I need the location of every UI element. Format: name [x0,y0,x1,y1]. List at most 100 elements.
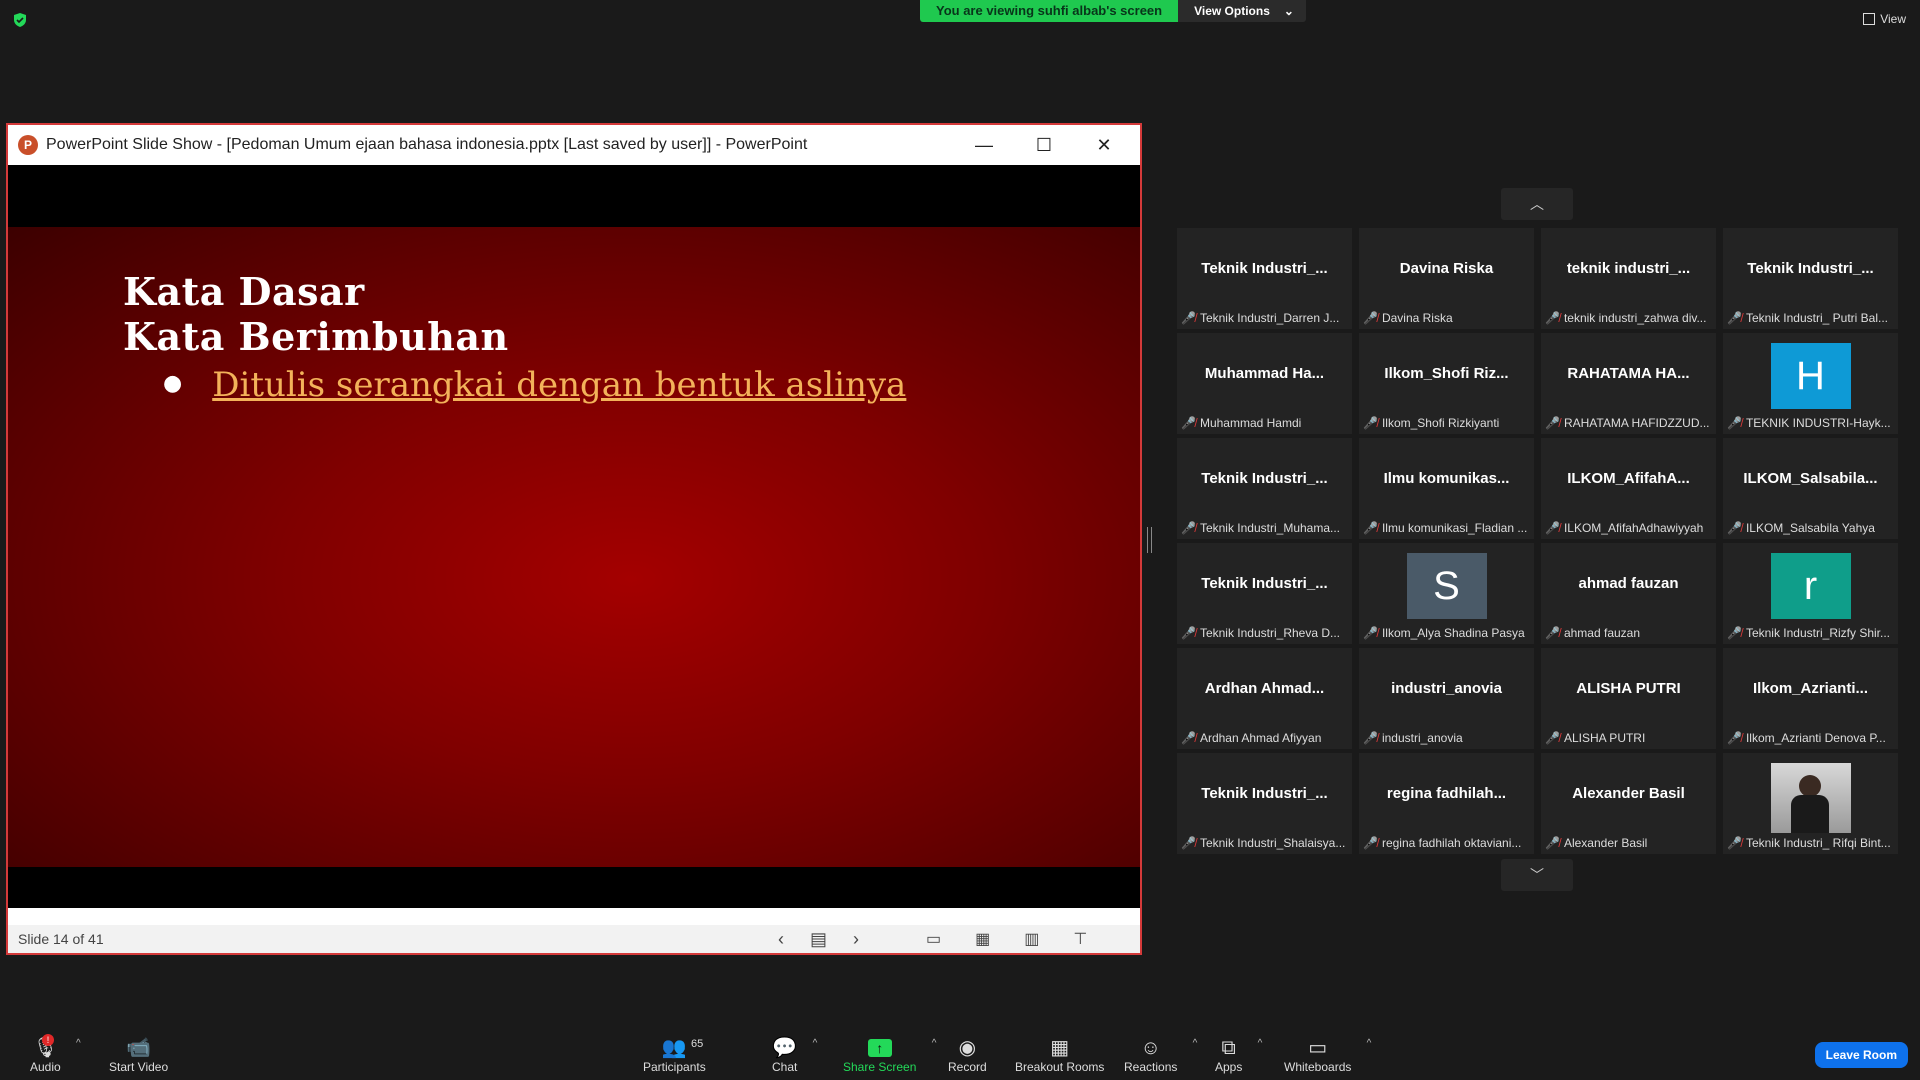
chevron-up-icon[interactable]: ^ [932,1038,937,1049]
slide-sorter-icon[interactable]: ▦ [975,929,990,949]
chevron-up-icon[interactable]: ^ [1367,1038,1372,1049]
participant-name: Ilkom_Alya Shadina Pasya [1381,626,1525,640]
participant-tile[interactable]: Ilmu komunikas... 🎤̸ Ilmu komunikasi_Fladi… [1359,438,1534,539]
participant-tile[interactable]: H 🎤̸ TEKNIK INDUSTRI-Hayk... [1723,333,1898,434]
participant-name: Alexander Basil [1563,836,1648,850]
participant-tile[interactable]: ALISHA PUTRI 🎤̸ ALISHA PUTRI [1541,648,1716,749]
participant-tile[interactable]: Alexander Basil 🎤̸ Alexander Basil [1541,753,1716,854]
participant-tile[interactable]: Teknik Industri_... 🎤̸ Teknik Industri_Dar… [1177,228,1352,329]
audio-button[interactable]: 🎙 ! Audio ^ [30,1034,81,1074]
muted-mic-icon: 🎤̸ [1181,731,1196,745]
participant-name: teknik industri_zahwa div... [1563,311,1707,325]
slide[interactable]: Kata Dasar Kata Berimbuhan ● Ditulis sera… [8,227,1140,867]
participant-tile[interactable]: Teknik Industri_... 🎤̸ Teknik Industri_Sha… [1177,753,1352,854]
participant-name-label: 🎤̸ Davina Riska [1363,311,1453,325]
start-video-button[interactable]: 📹 Start Video [109,1036,168,1074]
participant-tile[interactable]: RAHATAMA HA... 🎤̸ RAHATAMA HAFIDZZUD... [1541,333,1716,434]
participant-display-name: Ilmu komunikas... [1383,470,1510,487]
participant-tile[interactable]: ILKOM_Salsabila... 🎤̸ ILKOM_Salsabila Yahy… [1723,438,1898,539]
participant-tile[interactable]: Teknik Industri_... 🎤̸ Teknik Industri_Rhe… [1177,543,1352,644]
slideshow-view-icon[interactable]: ⊤ [1073,929,1087,949]
participant-name: Ilkom_Shofi Rizkiyanti [1381,416,1500,430]
apps-button[interactable]: ⧉ Apps ^ [1215,1036,1262,1074]
whiteboards-button[interactable]: ▭ Whiteboards ^ [1284,1036,1371,1074]
participant-tile[interactable]: industri_anovia 🎤̸ industri_anovia [1359,648,1534,749]
chevron-up-icon[interactable]: ^ [813,1038,818,1049]
participant-name-label: 🎤̸ industri_anovia [1363,731,1463,745]
slide-area: Kata Dasar Kata Berimbuhan ● Ditulis sera… [8,165,1140,908]
participant-gallery: Teknik Industri_... 🎤̸ Teknik Industri_Dar… [1177,228,1898,854]
participant-tile[interactable]: Teknik Industri_... 🎤̸ Teknik Industri_Muh… [1177,438,1352,539]
participant-name-label: 🎤̸ regina fadhilah oktaviani... [1363,836,1521,850]
muted-mic-icon: 🎤̸ [1181,836,1196,850]
participant-tile[interactable]: 🎤̸ Teknik Industri_ Rifqi Bint... [1723,753,1898,854]
participant-tile[interactable]: Ilkom_Azrianti... 🎤̸ Ilkom_Azrianti Denova… [1723,648,1898,749]
audio-alert-badge: ! [42,1034,54,1046]
chevron-up-icon[interactable]: ^ [1193,1038,1198,1049]
view-button[interactable]: View [1863,12,1906,26]
participant-name: ALISHA PUTRI [1563,731,1646,745]
bullet-dot-icon: ● [163,371,183,396]
participant-tile[interactable]: Davina Riska 🎤̸ Davina Riska [1359,228,1534,329]
breakout-rooms-icon: ▦ [1050,1037,1070,1059]
share-screen-button[interactable]: ↑ Share Screen ^ [843,1036,936,1074]
record-button[interactable]: ◉ Record [948,1036,987,1074]
participant-display-name: Alexander Basil [1572,785,1685,802]
security-shield-icon[interactable] [12,12,28,28]
chevron-down-icon: ⌄ [1283,4,1294,18]
minimize-icon[interactable]: — [954,125,1014,165]
chevron-up-icon[interactable]: ^ [1258,1038,1263,1049]
muted-mic-icon: 🎤̸ [1181,416,1196,430]
participant-name-label: 🎤̸ Teknik Industri_Rheva D... [1181,626,1340,640]
participant-name-label: 🎤̸ Teknik Industri_ Rifqi Bint... [1727,836,1891,850]
gallery-up-button[interactable]: ︿ [1501,188,1573,220]
muted-mic-icon: 🎤̸ [1545,521,1560,535]
participant-tile[interactable]: ILKOM_AfifahA... 🎤̸ ILKOM_AfifahAdhawiyyah [1541,438,1716,539]
record-icon: ◉ [958,1037,977,1059]
chevron-up-icon[interactable]: ^ [76,1038,81,1049]
participant-tile[interactable]: Ilkom_Shofi Riz... 🎤̸ Ilkom_Shofi Rizkiyan… [1359,333,1534,434]
participant-tile[interactable]: Teknik Industri_... 🎤̸ Teknik Industri_ Pu… [1723,228,1898,329]
participant-tile[interactable]: Muhammad Ha... 🎤̸ Muhammad Hamdi [1177,333,1352,434]
reading-view-icon[interactable]: ▥ [1024,929,1039,949]
participants-button[interactable]: 👥 65 Participants [643,1036,706,1074]
participant-name-label: 🎤̸ Teknik Industri_Muhama... [1181,521,1340,535]
muted-mic-icon: 🎤̸ [1363,416,1378,430]
slide-notes-icon[interactable]: ▤ [810,929,827,950]
normal-view-icon[interactable]: ▭ [926,929,941,949]
view-options-button[interactable]: View Options ⌄ [1178,0,1306,22]
participant-name: Teknik Industri_Muhama... [1199,521,1341,535]
muted-mic-icon: 🎤̸ [1545,416,1560,430]
gallery-down-button[interactable]: ﹀ [1501,859,1573,891]
maximize-icon[interactable]: ☐ [1014,125,1074,165]
share-banner: You are viewing suhfi albab's screen Vie… [920,0,1306,22]
participant-avatar: S [1406,553,1487,619]
reactions-button[interactable]: ☺ Reactions ^ [1124,1036,1197,1074]
participants-icon: 👥 [661,1037,687,1059]
participant-name-label: 🎤̸ Alexander Basil [1545,836,1647,850]
breakout-rooms-button[interactable]: ▦ Breakout Rooms [1015,1036,1104,1074]
participant-tile[interactable]: ahmad fauzan 🎤̸ ahmad fauzan [1541,543,1716,644]
participant-name: regina fadhilah oktaviani... [1381,836,1522,850]
participant-name: Teknik Industri_Darren J... [1199,311,1340,325]
chat-button[interactable]: 💬 Chat ^ [772,1036,817,1074]
muted-mic-icon: 🎤̸ [1727,416,1742,430]
splitter-handle[interactable] [1147,527,1152,553]
start-video-label: Start Video [109,1060,169,1074]
view-buttons: ▭ ▦ ▥ ⊤ [926,929,1087,949]
muted-mic-icon: 🎤̸ [1727,731,1742,745]
muted-mic-icon: 🎤̸ [1363,311,1378,325]
participant-name-label: 🎤̸ ahmad fauzan [1545,626,1640,640]
participant-tile[interactable]: regina fadhilah... 🎤̸ regina fadhilah okta… [1359,753,1534,854]
participant-display-name: Teknik Industri_... [1201,470,1328,487]
participant-name-label: 🎤̸ ILKOM_AfifahAdhawiyyah [1545,521,1703,535]
participant-tile[interactable]: S 🎤̸ Ilkom_Alya Shadina Pasya [1359,543,1534,644]
previous-slide-icon[interactable]: ‹ [778,929,784,950]
next-slide-icon[interactable]: › [853,929,859,950]
close-icon[interactable]: ✕ [1074,125,1134,165]
participant-tile[interactable]: Ardhan Ahmad... 🎤̸ Ardhan Ahmad Afiyyan [1177,648,1352,749]
participant-tile[interactable]: teknik industri_... 🎤̸ teknik industri_zah… [1541,228,1716,329]
participant-display-name: ahmad fauzan [1578,575,1679,592]
participant-tile[interactable]: r 🎤̸ Teknik Industri_Rizfy Shir... [1723,543,1898,644]
leave-room-button[interactable]: Leave Room [1814,1042,1908,1068]
